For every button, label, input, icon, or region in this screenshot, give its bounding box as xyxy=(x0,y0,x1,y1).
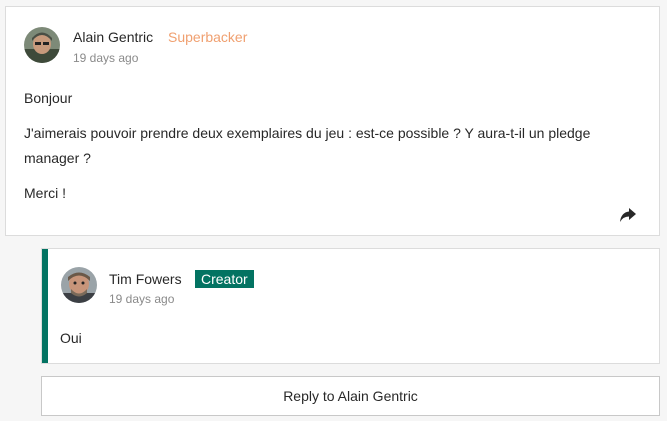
superbacker-badge: Superbacker xyxy=(168,29,248,45)
comment-author[interactable]: Alain Gentric xyxy=(73,29,153,45)
comment-paragraph: Bonjour xyxy=(24,90,73,106)
reply-body: Oui xyxy=(60,330,82,346)
reply-card: Tim Fowers Creator 19 days ago Oui xyxy=(41,248,660,364)
comment-card: Alain Gentric Superbacker 19 days ago Bo… xyxy=(5,6,660,236)
reply-timestamp: 19 days ago xyxy=(109,292,175,306)
avatar[interactable] xyxy=(24,27,60,63)
reply-author[interactable]: Tim Fowers xyxy=(109,271,182,287)
comment-body: Bonjour J'aimerais pouvoir prendre deux … xyxy=(24,86,624,216)
comment-paragraph: Merci ! xyxy=(24,185,66,201)
reply-button[interactable]: Reply to Alain Gentric xyxy=(41,376,660,416)
comment-timestamp: 19 days ago xyxy=(73,51,139,65)
avatar[interactable] xyxy=(61,267,97,303)
reply-accent-bar xyxy=(42,249,48,363)
comment-paragraph: J'aimerais pouvoir prendre deux exemplai… xyxy=(24,125,591,166)
creator-badge: Creator xyxy=(195,270,254,288)
share-arrow-icon[interactable] xyxy=(619,207,637,223)
